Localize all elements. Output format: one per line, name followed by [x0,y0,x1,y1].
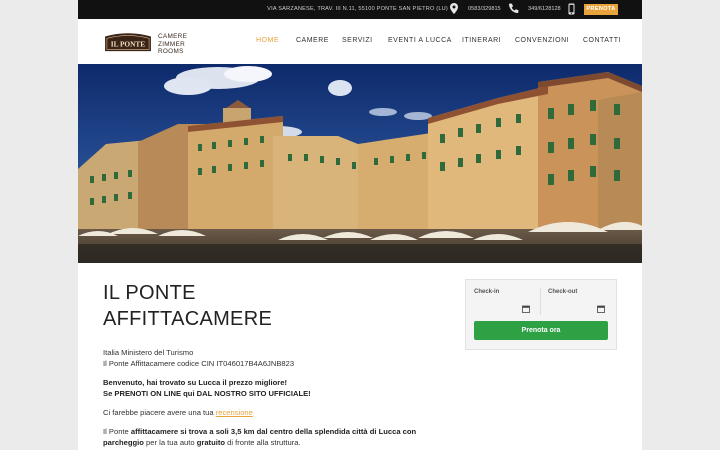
welcome-line-2: Se PRENOTI ON LINE qui DAL NOSTRO SITO U… [103,389,311,398]
parking-text: parcheggio [103,438,144,447]
logo-sign-text: IL PONTE [111,40,146,49]
mobile-phone-icon [568,3,575,17]
cin-text: Il Ponte Affittacamere codice CIN IT0460… [103,359,295,368]
calendar-icon[interactable] [522,300,530,318]
checkout-label: Check-out [548,289,578,295]
description-line-1: Il Ponte affittacamere si trova a soli 3… [103,426,416,437]
phone-icon [508,3,519,16]
page-title: IL PONTE AFFITTACAMERE [103,280,272,332]
ministry-text: Italia Ministero del Turismo [103,348,194,357]
phone-number[interactable]: 0583/329815 [468,6,501,12]
page-title-line-2: AFFITTACAMERE [103,308,273,330]
free-text: gratuito [196,438,225,447]
logo-line-3: ROOMS [158,48,184,55]
page-title-line-1: IL PONTE [103,282,196,304]
hero-image [78,64,642,263]
nav-convenzioni[interactable]: CONVENZIONI [515,37,569,44]
logo-sign: IL PONTE [105,33,151,52]
welcome-line-1: Benvenuto, hai trovato su Lucca il prezz… [103,378,287,387]
logo[interactable]: IL PONTE CAMERE ZIMMER ROOMS [102,31,192,57]
mobile-number[interactable]: 349/6128128 [528,6,561,12]
booking-widget: Check-in Check-out Prenota ora [465,279,617,350]
nav-itinerari[interactable]: ITINERARI [462,37,501,44]
calendar-icon[interactable] [597,300,605,318]
nav-camere[interactable]: CAMERE [296,37,329,44]
book-now-button[interactable]: Prenota ora [474,321,608,340]
description-line-2: parcheggio per la tua auto gratuito di f… [103,437,301,448]
review-text: Ci farebbe piacere avere una tua [103,408,216,417]
top-bar: VIA SARZANESE, TRAV. III N.11, 55100 PON… [78,0,642,19]
logo-words: CAMERE ZIMMER ROOMS [158,33,187,56]
logo-line-1: CAMERE [158,33,188,40]
review-paragraph: Ci farebbe piacere avere una tua recensi… [103,407,253,418]
description-text-a: Il Ponte [103,427,131,436]
hero-piazza-illustration [78,64,642,263]
checkin-label: Check-in [474,289,500,295]
review-link[interactable]: recensione [216,408,253,417]
page: VIA SARZANESE, TRAV. III N.11, 55100 PON… [78,0,642,450]
booking-divider [540,288,541,315]
address-text: VIA SARZANESE, TRAV. III N.11, 55100 PON… [267,6,448,12]
book-button[interactable]: PRENOTA [584,4,618,15]
description-text-b: affittacamere si trova a soli 3,5 km dal… [130,427,417,436]
description-text-d: di fronte alla struttura. [224,438,301,447]
description-text-c: per la tua auto [143,438,197,447]
nav-servizi[interactable]: SERVIZI [342,37,373,44]
logo-line-2: ZIMMER [158,40,186,48]
nav-eventi[interactable]: EVENTI A LUCCA [388,37,452,44]
site-header: IL PONTE CAMERE ZIMMER ROOMS HOME CAMERE… [78,19,642,64]
nav-home[interactable]: HOME [256,37,279,44]
nav-contatti[interactable]: CONTATTI [583,37,621,44]
map-pin-icon [450,3,458,16]
